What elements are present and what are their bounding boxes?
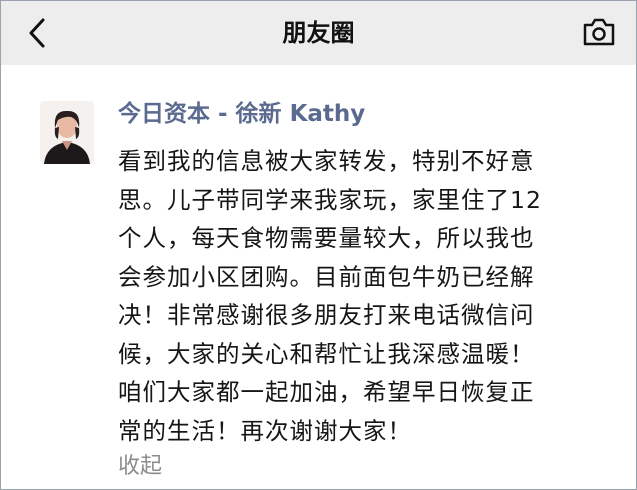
- post-text: 看到我的信息被大家转发，特别不好意 思。儿子带同学来我家玩，家里住了12 个人，…: [118, 142, 623, 450]
- post-text-line: 看到我的信息被大家转发，特别不好意: [118, 147, 535, 175]
- top-navigation-bar: 朋友圈: [1, 1, 636, 65]
- page-title: 朋友圈: [282, 19, 355, 47]
- post-text-line: 会参加小区团购。目前面包牛奶已经解: [118, 262, 535, 291]
- post-author-name[interactable]: 今日资本 - 徐新 Kathy: [118, 98, 365, 130]
- collapse-link[interactable]: 收起: [118, 452, 162, 482]
- post-text-line: 决！非常感谢很多朋友打来电话微信问: [118, 301, 535, 329]
- author-avatar[interactable]: [40, 101, 94, 164]
- camera-icon[interactable]: [581, 16, 617, 48]
- post-text-line: 思。儿子带同学来我家玩，家里住了12: [118, 185, 542, 214]
- post-text-line: 候，大家的关心和帮忙让我深感温暖！: [118, 339, 535, 368]
- post-text-line: 个人，每天食物需要量较大，所以我也: [118, 224, 535, 252]
- post-text-line: 咱们大家都一起加油，希望早日恢复正: [118, 378, 535, 406]
- post-text-line: 常的生活！再次谢谢大家！: [118, 416, 412, 445]
- avatar-portrait: [40, 101, 94, 164]
